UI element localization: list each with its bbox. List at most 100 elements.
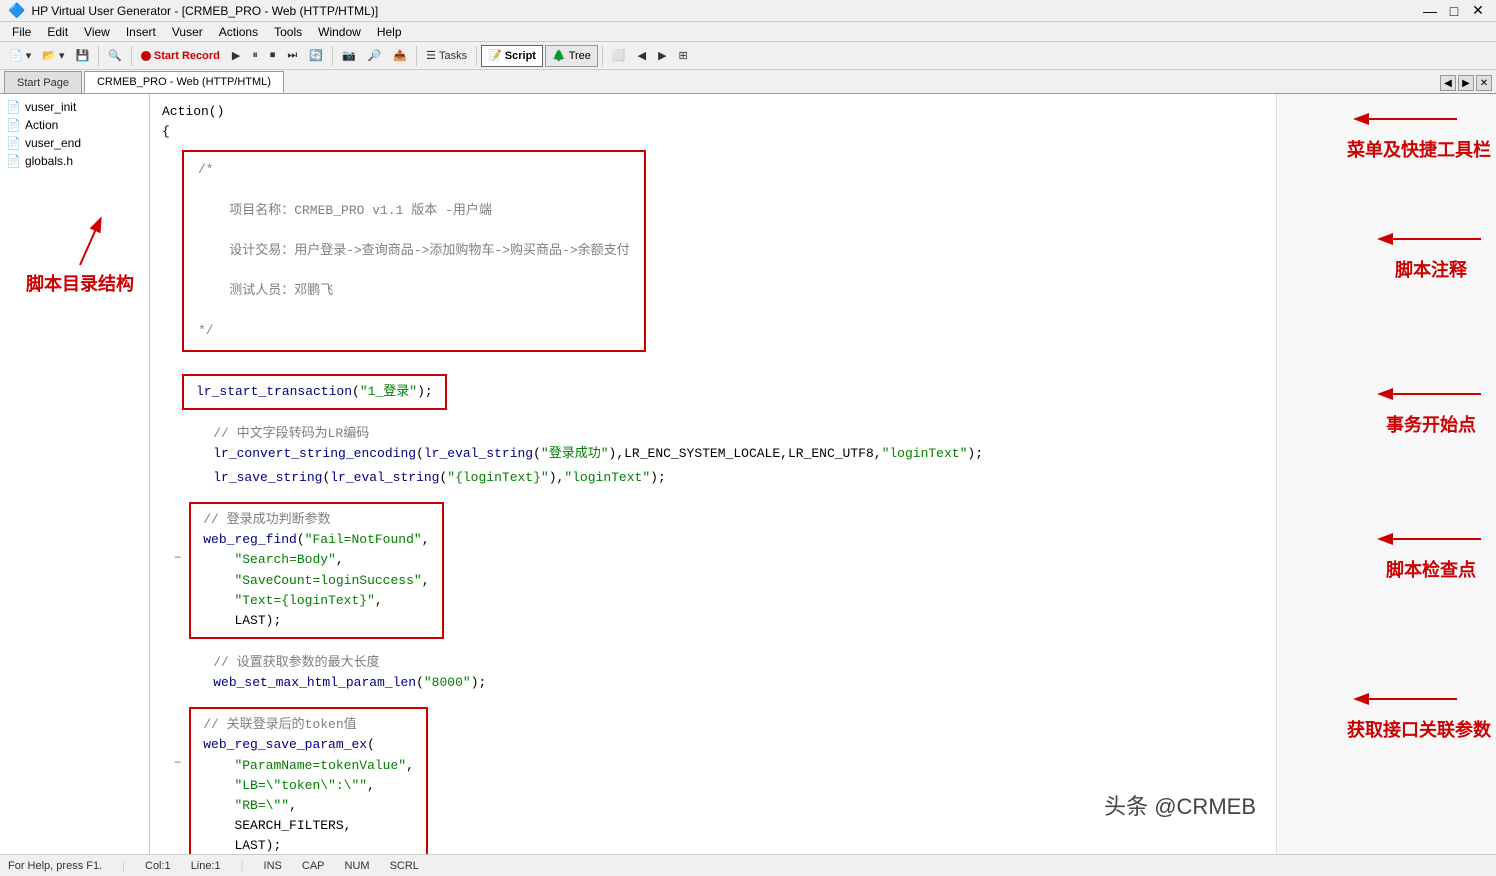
checkpoint-last: LAST); <box>203 611 429 631</box>
tasks-button[interactable]: ☰ Tasks <box>421 45 472 67</box>
checkpoint-block: // 登录成功判断参数 web_reg_find("Fail=NotFound"… <box>189 502 443 639</box>
tree-item-action[interactable]: 📄 Action <box>2 116 147 134</box>
annotation-panel: 菜单及快捷工具栏 脚本注释 事务开始点 <box>1276 94 1496 854</box>
tab-close-button[interactable]: ✕ <box>1476 75 1492 91</box>
zoom-button[interactable]: 🔎 <box>363 45 387 67</box>
save-button[interactable]: 💾 <box>70 45 94 67</box>
file-tree-panel: 📄 vuser_init 📄 Action 📄 vuser_end 📄 glob… <box>0 94 150 854</box>
menu-actions[interactable]: Actions <box>211 23 266 41</box>
menu-bar: File Edit View Insert Vuser Actions Tool… <box>0 22 1496 42</box>
script-toggle[interactable]: 📝 Script <box>481 45 543 67</box>
watermark: 头条 @CRMEB <box>1104 789 1256 824</box>
code-editor[interactable]: Action() { /* 项目名称：CRMEB_PRO v1.1 版本 -用户… <box>150 94 1276 854</box>
separator-5 <box>476 46 477 66</box>
refresh-button[interactable]: 🔄 <box>304 45 328 67</box>
tree-item-label: Action <box>25 118 58 132</box>
menu-edit[interactable]: Edit <box>39 23 76 41</box>
menu-insert[interactable]: Insert <box>118 23 164 41</box>
tasks-icon: ☰ <box>426 49 436 62</box>
ann-checkpoint: 脚本检查点 <box>1371 524 1491 582</box>
token-p3: "RB=\"", <box>203 796 414 816</box>
minimize-button[interactable]: — <box>1420 3 1440 19</box>
play-button[interactable]: ▶ <box>227 45 245 67</box>
save-line: lr_save_string(lr_eval_string("{loginTex… <box>162 468 1264 488</box>
nav-back-icon: ◀ <box>638 49 646 62</box>
close-button[interactable]: ✕ <box>1468 3 1488 19</box>
file-icon: 📄 <box>6 118 21 132</box>
file-icon: 📄 <box>6 100 21 114</box>
menu-file[interactable]: File <box>4 23 39 41</box>
grid-button[interactable]: ⊞ <box>674 45 693 67</box>
file-icon: 📄 <box>6 154 21 168</box>
tree-toggle[interactable]: 🌲 Tree <box>545 45 598 67</box>
save-icon: 💾 <box>75 49 89 62</box>
record-label: Start Record <box>154 50 220 62</box>
ann-comment: 脚本注释 <box>1371 224 1491 282</box>
nav-back-button[interactable]: ◀ <box>633 45 651 67</box>
tree-item-vuser-init[interactable]: 📄 vuser_init <box>2 98 147 116</box>
checkpoint-p3: "Text={loginText}", <box>203 591 429 611</box>
token-comment: // 关联登录后的token值 <box>203 715 414 735</box>
convert-comment: // 中文字段转码为LR编码 <box>162 424 1264 444</box>
token-block: // 关联登录后的token值 web_reg_save_param_ex( "… <box>189 707 428 854</box>
title-bar: 🔷 HP Virtual User Generator - [CRMEB_PRO… <box>0 0 1496 22</box>
menu-view[interactable]: View <box>76 23 118 41</box>
checkpoint-comment: // 登录成功判断参数 <box>203 510 429 530</box>
menu-window[interactable]: Window <box>310 23 369 41</box>
zoom-icon: 🔎 <box>368 49 382 62</box>
maxlen-comment: // 设置获取参数的最大长度 <box>162 653 1264 673</box>
tree-item-label: vuser_init <box>25 100 76 114</box>
col-indicator: Col:1 <box>145 860 171 872</box>
help-text: For Help, press F1. <box>8 860 102 872</box>
tree-item-globals[interactable]: 📄 globals.h <box>2 152 147 170</box>
checkpoint-p1: "Search=Body", <box>203 550 429 570</box>
comment-tester: 测试人员：邓鹏飞 <box>198 281 630 301</box>
tab-right-button[interactable]: ▶ <box>1458 75 1474 91</box>
ann-comment-label: 脚本注释 <box>1395 260 1467 280</box>
tree-item-vuser-end[interactable]: 📄 vuser_end <box>2 134 147 152</box>
upload-button[interactable]: 📤 <box>388 45 412 67</box>
menu-tools[interactable]: Tools <box>266 23 310 41</box>
pause-button[interactable]: ⏸ <box>247 45 263 67</box>
ann-checkpoint-label: 脚本检查点 <box>1386 560 1476 580</box>
snapshot-button[interactable]: 📷 <box>337 45 361 67</box>
separator-2 <box>131 46 132 66</box>
find-button[interactable]: 🔍 <box>103 45 127 67</box>
snapshot-icon: 📷 <box>342 49 356 62</box>
step-button[interactable]: ⏭ <box>282 45 302 67</box>
tasks-label: Tasks <box>439 50 467 62</box>
tab-left-button[interactable]: ◀ <box>1440 75 1456 91</box>
menu-help[interactable]: Help <box>369 23 410 41</box>
script-icon: 📝 <box>488 49 502 62</box>
convert-line: lr_convert_string_encoding(lr_eval_strin… <box>162 444 1264 464</box>
ann-menu-toolbar: 菜单及快捷工具栏 <box>1347 104 1491 162</box>
maximize-button[interactable]: □ <box>1444 3 1464 19</box>
window-title: HP Virtual User Generator - [CRMEB_PRO -… <box>31 4 378 18</box>
tab-start-page[interactable]: Start Page <box>4 71 82 93</box>
layout-icon: ⬜ <box>612 49 626 62</box>
menu-vuser[interactable]: Vuser <box>164 23 211 41</box>
comment-project: 项目名称：CRMEB_PRO v1.1 版本 -用户端 <box>198 201 630 221</box>
separator-4 <box>416 46 417 66</box>
play-icon: ▶ <box>232 49 240 62</box>
new-icon: 📄 <box>9 49 23 62</box>
token-last: LAST); <box>203 836 414 854</box>
ann-transaction: 事务开始点 <box>1371 379 1491 437</box>
ann-menu-label: 菜单及快捷工具栏 <box>1347 140 1491 160</box>
open-button[interactable]: 📂▾ <box>37 45 69 67</box>
start-record-button[interactable]: Start Record <box>136 45 225 67</box>
token-p4: SEARCH_FILTERS, <box>203 816 414 836</box>
new-button[interactable]: 📄▾ <box>4 45 36 67</box>
tree-item-label: globals.h <box>25 154 73 168</box>
token-func: web_reg_save_param_ex( <box>203 735 414 755</box>
tab-crmeb[interactable]: CRMEB_PRO - Web (HTTP/HTML) <box>84 71 284 93</box>
nav-fwd-button[interactable]: ▶ <box>653 45 671 67</box>
stop-button[interactable]: ⏹ <box>265 45 281 67</box>
step-icon: ⏭ <box>287 49 297 62</box>
ins-indicator: INS <box>264 860 282 872</box>
layout-button[interactable]: ⬜ <box>607 45 631 67</box>
nav-fwd-icon: ▶ <box>658 49 666 62</box>
pause-icon: ⏸ <box>252 49 258 62</box>
open-icon: 📂 <box>42 49 56 62</box>
stop-icon: ⏹ <box>270 49 276 62</box>
